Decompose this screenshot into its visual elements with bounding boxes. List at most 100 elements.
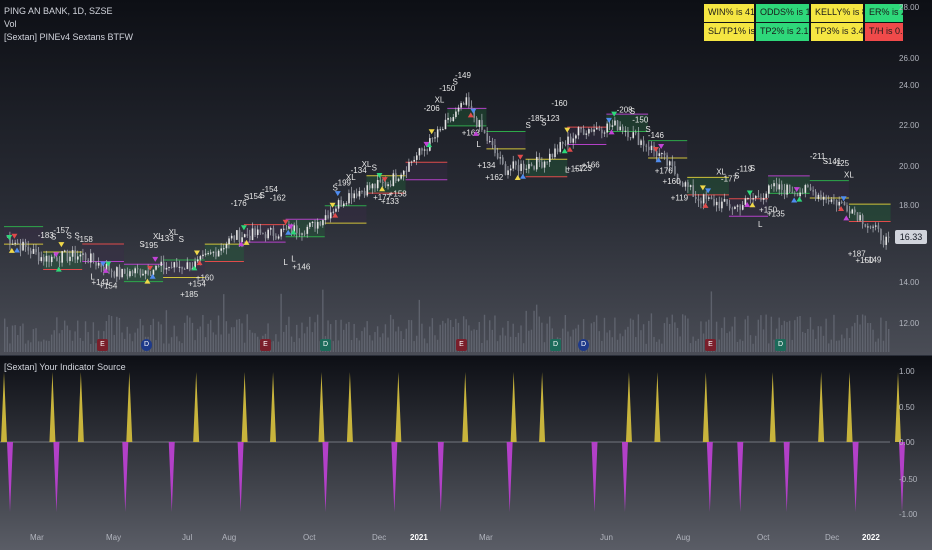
candle-body [807,185,809,188]
candle-body [181,266,183,269]
volume-bar [272,341,274,352]
candle-body [460,103,462,108]
volume-bar [794,320,796,352]
candle-body [520,163,522,171]
candle-body [755,195,757,199]
volume-bar [90,343,92,352]
candle-body [202,254,204,257]
volume-bar [747,315,749,352]
candle-body [199,256,202,260]
volume-bar [290,336,293,352]
event-badge-icon[interactable]: D [775,339,786,351]
volume-bar [449,320,452,352]
volume-bar [27,340,29,352]
event-badge-icon[interactable]: D [141,339,152,351]
candle-body [189,262,191,270]
volume-bar [838,340,840,352]
trade-label: -162 [270,193,287,202]
volume-bar [288,316,290,352]
indicator-legend[interactable]: [Sextan] PINEv4 Sextans BTFW [4,32,133,42]
stats-cell: WIN% is 41.3 [704,4,754,22]
event-badge-icon[interactable]: D [320,339,331,351]
volume-bar [801,331,804,352]
candle-body [241,237,243,242]
candle-body [77,256,79,260]
candle-body [674,166,676,175]
volume-legend[interactable]: Vol [4,19,17,29]
volume-bar [431,318,434,352]
current-price-tag: 16.33 [895,230,927,244]
trade-label: +134 [477,161,496,170]
volume-bar [851,326,853,352]
event-badge-icon[interactable]: E [456,339,467,351]
candle-body [215,251,217,257]
volume-bar [718,339,720,352]
candle-body [442,129,444,131]
event-badge-icon[interactable]: D [550,339,561,351]
candle-body [541,162,543,168]
volume-bar [812,329,814,352]
candle-body [624,130,627,132]
volume-bar [835,340,838,352]
candle-body [483,129,486,134]
volume-bar [408,319,410,352]
candle-body [116,267,118,277]
volume-bar [191,322,194,352]
candle-body [608,123,611,127]
event-badge-icon[interactable]: E [705,339,716,351]
candle-body [322,220,324,226]
volume-bar [202,314,204,352]
volume-bar [872,329,874,352]
volume-bar [635,337,637,352]
candle-body [517,165,520,171]
candle-body [452,117,455,122]
candle-body [48,255,50,263]
volume-bar [92,322,95,352]
volume-bar [61,330,63,352]
candle-body [126,273,129,277]
trade-label: +163 [462,128,481,137]
candle-body [736,205,739,207]
price-tick: 22.00 [899,121,920,130]
price-panel[interactable]: -183S-176S-206S-208XL-211S-195S-199XL-18… [0,0,932,550]
candle-body [30,250,32,254]
trade-label: +158 [389,190,408,199]
candle-body [874,225,877,227]
volume-bar [155,339,157,352]
event-badge-icon[interactable]: E [260,339,271,351]
candle-body [285,228,288,230]
candle-body [783,189,786,195]
candle-body [812,190,814,192]
volume-bar [504,335,507,352]
volume-bar [543,342,546,352]
volume-bar [256,336,259,352]
volume-bar [332,341,334,352]
event-badge-icon[interactable]: E [97,339,108,351]
symbol-title[interactable]: PING AN BANK, 1D, SZSE [4,6,113,16]
volume-bar [204,337,207,352]
candle-body [332,211,335,213]
volume-bar [363,327,366,352]
candle-body [614,120,616,126]
volume-bar [569,336,572,352]
volume-bar [817,326,819,352]
oscillator-title[interactable]: [Sextan] Your Indicator Source [4,362,126,372]
candle-body [731,208,734,210]
candle-body [170,266,173,268]
candle-body [397,178,400,181]
volume-bar [726,333,728,352]
candle-body [340,200,342,207]
volume-bar [439,324,441,352]
volume-bar [804,333,806,352]
time-tick: Jun [600,533,613,542]
candle-body [35,249,37,253]
candle-body [856,212,859,221]
trade-label: -125 [833,159,850,168]
volume-bar [721,327,723,352]
candle-body [176,262,178,267]
candle-body [63,250,66,252]
candle-body [747,198,749,200]
event-badge-icon[interactable]: D [578,339,589,351]
volume-bar [6,326,9,352]
trade-label: -123 [544,114,561,123]
